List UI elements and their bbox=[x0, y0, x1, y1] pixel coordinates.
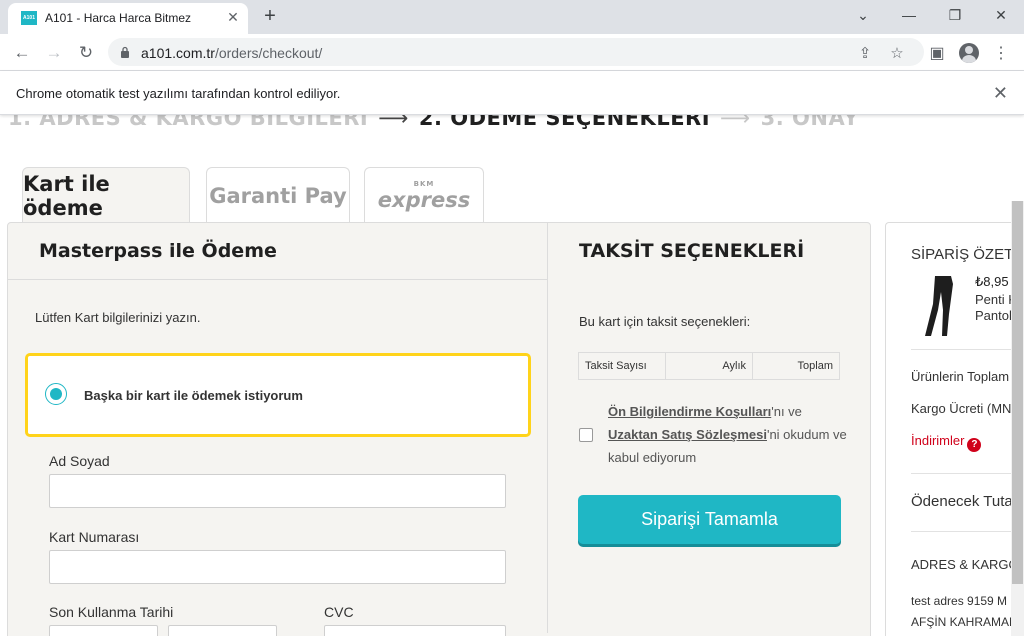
tab-bkm-express[interactable]: BKM express bbox=[364, 167, 484, 223]
cvc-label: CVC bbox=[324, 604, 354, 620]
side-panel-icon[interactable]: ▣ bbox=[923, 39, 951, 67]
agreement-text-1: 'nı ve bbox=[771, 404, 802, 419]
expiry-month-select[interactable] bbox=[49, 625, 158, 636]
infobar-close-icon[interactable]: ✕ bbox=[993, 83, 1008, 104]
masterpass-header: Masterpass ile Ödeme bbox=[8, 223, 547, 280]
shipping-fee-label: Kargo Ücreti (MN bbox=[911, 401, 1012, 416]
restore-icon[interactable]: ❐ bbox=[932, 2, 978, 28]
col-total: Toplam bbox=[797, 360, 833, 372]
summary-divider bbox=[911, 473, 1024, 474]
order-summary: SİPARİŞ ÖZETİ ₺8,95 Penti K Pantol Ürünle… bbox=[885, 222, 1024, 636]
tab-search-icon[interactable]: ⌄ bbox=[840, 2, 886, 28]
address-line-2: AFŞİN KAHRAMAN bbox=[911, 615, 1018, 629]
checkout-page: 1. ADRES & KARGO BİLGİLERİ ⟶ 2. ÖDEME SEÇE… bbox=[0, 115, 1024, 636]
product-name-line-2: Pantol bbox=[975, 308, 1012, 323]
expiry-label: Son Kullanma Tarihi bbox=[49, 604, 174, 620]
preliminary-info-link[interactable]: Ön Bilgilendirme Koşulları bbox=[608, 404, 771, 419]
products-total-label: Ürünlerin Toplam bbox=[911, 369, 1010, 384]
new-tab-icon[interactable]: + bbox=[259, 5, 281, 27]
other-card-option[interactable]: Başka bir kart ile ödemek istiyorum bbox=[25, 353, 531, 437]
forward-icon[interactable]: → bbox=[40, 39, 68, 67]
summary-title: SİPARİŞ ÖZETİ bbox=[911, 246, 1018, 263]
product-price: ₺8,95 bbox=[975, 274, 1009, 289]
window-close-icon[interactable]: ✕ bbox=[978, 2, 1024, 28]
help-icon[interactable]: ? bbox=[967, 437, 982, 452]
address-text: test adres 9159 M AFŞİN KAHRAMAN bbox=[911, 591, 1018, 633]
agreement-checkbox[interactable] bbox=[579, 428, 593, 442]
summary-divider bbox=[911, 531, 1024, 532]
tab-garanti-pay[interactable]: Garanti Pay bbox=[206, 167, 350, 223]
minimize-icon[interactable]: — bbox=[886, 2, 932, 28]
profile-button[interactable] bbox=[955, 39, 983, 67]
tab-title: A101 - Harca Harca Bitmez bbox=[45, 11, 192, 25]
browser-tab[interactable]: A101 A101 - Harca Harca Bitmez ✕ bbox=[8, 3, 248, 34]
bkm-express-logo: BKM express bbox=[378, 180, 470, 212]
bookmark-star-icon[interactable]: ☆ bbox=[886, 42, 908, 64]
column-divider bbox=[547, 223, 548, 633]
automation-infobar: Chrome otomatik test yazılımı tarafından… bbox=[0, 71, 1024, 115]
checkout-steps: 1. ADRES & KARGO BİLGİLERİ ⟶ 2. ÖDEME SEÇE… bbox=[8, 115, 859, 130]
url-text: a101.com.tr/orders/checkout/ bbox=[141, 45, 322, 61]
reload-icon[interactable]: ↻ bbox=[72, 39, 100, 67]
bkm-small-text: BKM bbox=[413, 179, 435, 188]
card-info-prompt: Lütfen Kart bilgilerinizi yazın. bbox=[35, 310, 201, 325]
masterpass-title: Masterpass ile Ödeme bbox=[39, 240, 277, 262]
avatar-icon bbox=[959, 43, 979, 63]
bkm-big-text: express bbox=[377, 187, 471, 212]
browser-toolbar: ← → ↻ a101.com.tr/orders/checkout/ ⇪ ☆ ▣… bbox=[0, 34, 1024, 71]
url-path: /orders/checkout/ bbox=[214, 45, 323, 61]
step-arrow-icon: ⟶ bbox=[378, 115, 409, 130]
step-address[interactable]: 1. ADRES & KARGO BİLGİLERİ bbox=[8, 115, 368, 130]
page-scrollbar[interactable] bbox=[1011, 201, 1024, 636]
col-monthly: Aylık bbox=[666, 353, 753, 379]
cvc-input[interactable] bbox=[324, 625, 506, 636]
other-card-radio[interactable] bbox=[45, 383, 67, 405]
browser-tab-bar: A101 A101 - Harca Harca Bitmez ✕ + ⌄ — ❐… bbox=[0, 0, 1024, 34]
installment-text: Bu kart için taksit seçenekleri: bbox=[579, 314, 751, 329]
tab-close-icon[interactable]: ✕ bbox=[224, 8, 242, 26]
installment-title: TAKSİT SEÇENEKLERİ bbox=[579, 240, 805, 262]
menu-kebab-icon[interactable]: ⋮ bbox=[987, 39, 1015, 67]
summary-divider bbox=[911, 349, 1024, 350]
payable-total-label: Ödenecek Tuta bbox=[911, 493, 1013, 510]
payment-panel: Masterpass ile Ödeme TAKSİT SEÇENEKLERİ … bbox=[7, 222, 871, 636]
name-input[interactable] bbox=[49, 474, 506, 508]
agreement-text: Ön Bilgilendirme Koşulları'nı ve Uzaktan… bbox=[608, 400, 848, 469]
discounts-row: İndirimler? bbox=[911, 433, 982, 452]
installment-table-header: Taksit Sayısı Aylık Toplam bbox=[578, 352, 840, 380]
back-icon[interactable]: ← bbox=[8, 39, 36, 67]
other-card-label: Başka bir kart ile ödemek istiyorum bbox=[84, 388, 303, 403]
product-image[interactable] bbox=[921, 274, 963, 338]
tab-card-payment[interactable]: Kart ile ödeme bbox=[22, 167, 190, 223]
tab-garanti-label: Garanti Pay bbox=[209, 183, 347, 208]
card-number-label: Kart Numarası bbox=[49, 529, 140, 545]
complete-order-button[interactable]: Siparişi Tamamla bbox=[578, 495, 841, 544]
share-icon[interactable]: ⇪ bbox=[854, 42, 876, 64]
tab-card-label: Kart ile ödeme bbox=[23, 171, 110, 220]
expiry-year-select[interactable] bbox=[168, 625, 277, 636]
col-installment-count: Taksit Sayısı bbox=[579, 353, 666, 379]
discounts-label: İndirimler bbox=[911, 433, 965, 448]
name-label: Ad Soyad bbox=[49, 453, 110, 469]
step-confirm: 3. ONAY bbox=[760, 115, 859, 130]
step-payment: 2. ÖDEME SEÇENEKLERİ bbox=[418, 115, 711, 130]
distance-sales-link[interactable]: Uzaktan Satış Sözleşmesi bbox=[608, 427, 767, 442]
infobar-text: Chrome otomatik test yazılımı tarafından… bbox=[16, 86, 341, 101]
address-shipping-title: ADRES & KARGO bbox=[911, 557, 1019, 572]
a101-favicon-icon: A101 bbox=[21, 11, 37, 25]
scrollbar-thumb[interactable] bbox=[1012, 201, 1023, 584]
address-line-1: test adres 9159 M bbox=[911, 594, 1008, 608]
step-arrow-icon: ⟶ bbox=[720, 115, 751, 130]
lock-icon bbox=[121, 46, 129, 58]
url-host: a101.com.tr bbox=[141, 45, 215, 61]
card-number-input[interactable] bbox=[49, 550, 506, 584]
address-bar[interactable]: a101.com.tr/orders/checkout/ ⇪ ☆ bbox=[108, 38, 924, 66]
